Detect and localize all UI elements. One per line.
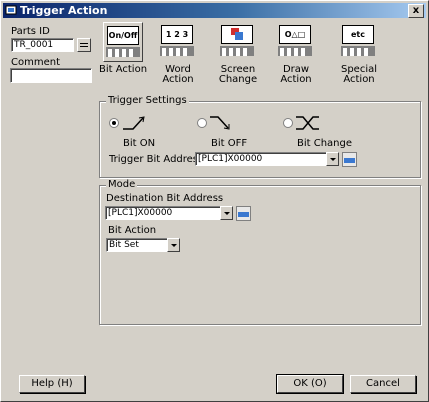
window-title: Trigger Action bbox=[20, 4, 108, 17]
bit-off-radio[interactable] bbox=[197, 118, 207, 128]
bit-off-icon bbox=[210, 116, 230, 130]
chevron-down-icon[interactable] bbox=[326, 152, 339, 166]
bit-change-icon bbox=[296, 116, 319, 130]
keyboard-input-icon[interactable] bbox=[236, 206, 251, 221]
destination-bit-address-value[interactable]: [PLC1]X00000 bbox=[105, 206, 233, 220]
chevron-down-icon[interactable] bbox=[167, 238, 180, 252]
trigger-bit-address-value[interactable]: [PLC1]X00000 bbox=[195, 152, 339, 166]
comment-input[interactable] bbox=[10, 68, 92, 83]
screen-change-label: Screen Change bbox=[218, 64, 258, 85]
bit-on-label: Bit ON bbox=[123, 138, 156, 149]
bit-change-label: Bit Change bbox=[297, 138, 353, 149]
word-action-button[interactable]: 1 2 3 Word Action bbox=[153, 22, 203, 85]
ok-button[interactable]: OK (O) bbox=[276, 374, 344, 394]
comment-label: Comment bbox=[11, 57, 60, 68]
title-bar[interactable]: Trigger Action x bbox=[3, 3, 426, 18]
mode-title: Mode bbox=[106, 179, 138, 191]
word-action-label: Word Action bbox=[162, 64, 194, 85]
help-button[interactable]: Help (H) bbox=[19, 375, 85, 393]
cancel-button[interactable]: Cancel bbox=[350, 375, 416, 393]
bit-action-icon: On/Off bbox=[103, 22, 143, 62]
close-button[interactable]: x bbox=[408, 4, 424, 18]
special-action-button[interactable]: etc Special Action bbox=[334, 22, 384, 85]
parts-id-input[interactable]: TR_0001 bbox=[11, 38, 74, 52]
trigger-bit-address-label: Trigger Bit Address bbox=[109, 154, 204, 165]
screen-change-button[interactable]: Screen Change bbox=[213, 22, 263, 85]
special-action-label: Special Action bbox=[340, 64, 378, 85]
screen-change-icon bbox=[218, 22, 258, 62]
bit-action-button[interactable]: On/Off Bit Action bbox=[98, 22, 148, 75]
trigger-settings-title: Trigger Settings bbox=[106, 95, 189, 107]
trigger-action-dialog: Trigger Action x Parts ID TR_0001 Commen… bbox=[0, 0, 429, 402]
parts-id-label: Parts ID bbox=[11, 26, 50, 37]
draw-action-button[interactable]: O△□ Draw Action bbox=[271, 22, 321, 85]
chevron-down-icon[interactable] bbox=[220, 206, 233, 220]
word-action-icon: 1 2 3 bbox=[158, 22, 198, 62]
draw-action-icon: O△□ bbox=[276, 22, 316, 62]
destination-bit-address-combo[interactable]: [PLC1]X00000 bbox=[105, 206, 233, 220]
bit-change-radio[interactable] bbox=[283, 118, 293, 128]
bit-action-label: Bit Action bbox=[98, 64, 148, 75]
bit-off-label: Bit OFF bbox=[211, 138, 248, 149]
trigger-bit-address-combo[interactable]: [PLC1]X00000 bbox=[195, 152, 339, 166]
destination-bit-address-label: Destination Bit Address bbox=[106, 193, 224, 204]
bit-action-select[interactable]: Bit Set bbox=[106, 238, 180, 252]
keyboard-input-icon[interactable] bbox=[342, 152, 357, 167]
bit-on-radio[interactable] bbox=[109, 118, 119, 128]
app-icon bbox=[5, 5, 17, 15]
bit-action-mode-label: Bit Action bbox=[108, 225, 157, 236]
special-action-icon: etc bbox=[339, 22, 379, 62]
parts-id-spin-button[interactable] bbox=[77, 38, 91, 52]
draw-action-label: Draw Action bbox=[280, 64, 312, 85]
bit-on-icon bbox=[123, 116, 145, 130]
